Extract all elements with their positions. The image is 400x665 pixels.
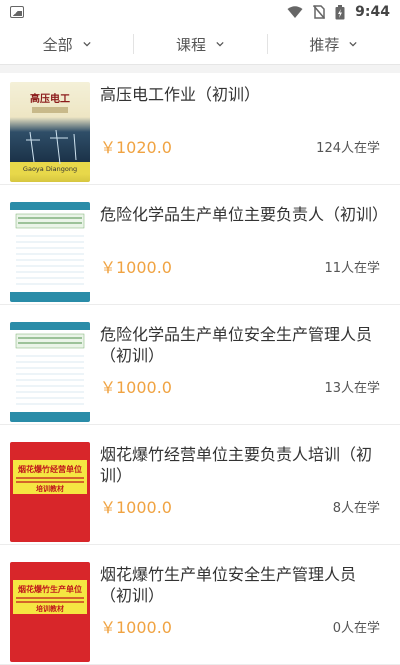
- chevron-down-icon: [83, 41, 91, 47]
- chevron-down-icon: [216, 41, 224, 47]
- filter-all-dropdown[interactable]: 全部: [0, 24, 133, 64]
- course-cover-image: [10, 202, 90, 302]
- chevron-down-icon: [349, 41, 357, 47]
- no-sim-icon: [313, 5, 326, 19]
- filter-bar: 全部 课程 推荐: [0, 24, 400, 65]
- course-title: 烟花爆竹生产单位安全生产管理人员（初训）: [100, 565, 357, 605]
- course-item[interactable]: 高压电工 Gaoya Diangong 高压电工作业（初训） ￥1020.0 1…: [0, 73, 400, 185]
- course-price: ￥1020.0: [100, 138, 172, 157]
- course-title: 烟花爆竹经营单位主要负责人培训（初训）: [100, 445, 373, 485]
- section-gap: [0, 65, 400, 73]
- filter-recommend-dropdown[interactable]: 推荐: [266, 24, 400, 64]
- cover-title-text: 烟花爆竹生产单位: [18, 584, 82, 594]
- course-price: ￥1000.0: [100, 498, 172, 517]
- course-cover-image: [10, 322, 90, 422]
- course-price: ￥1000.0: [100, 378, 172, 397]
- course-learners: 13人在学: [324, 380, 380, 396]
- status-bar: 9:44: [0, 0, 400, 24]
- image-icon: [10, 6, 24, 18]
- course-list: 高压电工 Gaoya Diangong 高压电工作业（初训） ￥1020.0 1…: [0, 73, 400, 665]
- course-cover-image: 烟花爆竹生产单位 培训教材: [10, 562, 90, 662]
- course-cover-image: 高压电工 Gaoya Diangong: [10, 82, 90, 182]
- battery-icon: [335, 4, 345, 19]
- cover-title-text: 高压电工: [30, 92, 70, 105]
- course-item[interactable]: 烟花爆竹生产单位 培训教材 烟花爆竹生产单位安全生产管理人员（初训） ￥1000…: [0, 553, 400, 665]
- cover-title-text: 烟花爆竹经营单位: [18, 464, 82, 474]
- clock-time: 9:44: [355, 4, 390, 20]
- filter-course-label: 课程: [175, 35, 206, 54]
- filter-recommend-label: 推荐: [309, 35, 340, 54]
- course-price: ￥1000.0: [100, 258, 172, 277]
- course-title: 危险化学品生产单位主要负责人（初训）: [100, 205, 389, 224]
- course-cover-image: 烟花爆竹经营单位 培训教材: [10, 442, 90, 542]
- course-title: 危险化学品生产单位安全生产管理人员（初训）: [100, 325, 373, 365]
- course-item[interactable]: 烟花爆竹经营单位 培训教材 烟花爆竹经营单位主要负责人培训（初训） ￥1000.…: [0, 433, 400, 545]
- course-price: ￥1000.0: [100, 618, 172, 637]
- cover-subtitle-text: 培训教材: [36, 484, 64, 493]
- course-item[interactable]: 危险化学品生产单位安全生产管理人员（初训） ￥1000.0 13人在学: [0, 313, 400, 425]
- course-learners: 0人在学: [332, 620, 380, 636]
- cover-subtitle-text: 培训教材: [36, 604, 64, 613]
- cover-subtitle-text: Gaoya Diangong: [23, 165, 77, 173]
- course-item[interactable]: 危险化学品生产单位主要负责人（初训） ￥1000.0 11人在学: [0, 193, 400, 305]
- course-learners: 124人在学: [316, 140, 380, 156]
- filter-course-dropdown[interactable]: 课程: [133, 24, 266, 64]
- filter-all-label: 全部: [42, 35, 73, 54]
- course-learners: 11人在学: [324, 260, 380, 276]
- course-learners: 8人在学: [332, 500, 380, 516]
- course-title: 高压电工作业（初训）: [100, 85, 261, 104]
- wifi-icon: [287, 5, 303, 18]
